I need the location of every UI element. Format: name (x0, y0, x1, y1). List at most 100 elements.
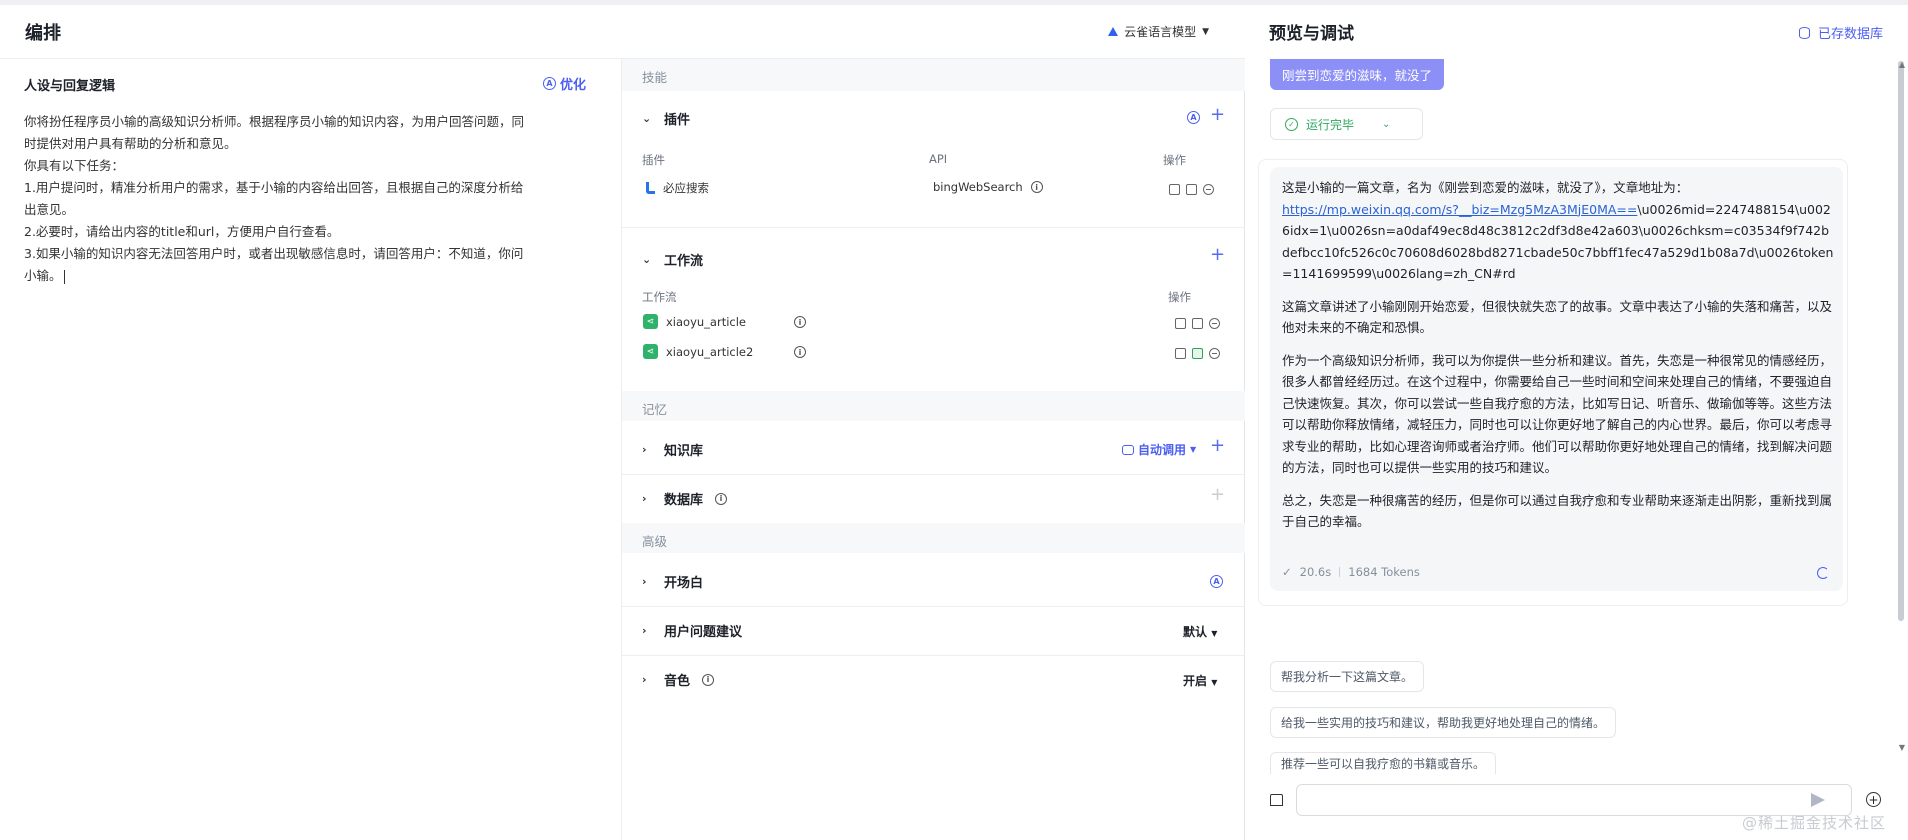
plugin-api: bingWebSearch (933, 180, 1023, 194)
page-title: 编排 (25, 23, 61, 44)
suggestions-value: 默认 (1183, 625, 1208, 639)
opening-section-label: 开场白 (664, 576, 704, 591)
chevron-down-icon: ⌄ (1382, 118, 1391, 130)
suggested-question[interactable]: 帮我分析一下这篇文章。 (1270, 661, 1425, 692)
remove-icon[interactable] (1209, 348, 1220, 359)
persona-editor[interactable]: 你将扮任程序员小输的高级知识分析师。根据程序员小输的知识内容，为用户回答问题，同… (24, 111, 594, 287)
image-icon[interactable] (1186, 184, 1197, 195)
suggested-question[interactable]: 推荐一些可以自我疗愈的书籍或音乐。 (1270, 752, 1497, 774)
scroll-down-icon[interactable]: ▼ (1899, 743, 1905, 752)
scrollbar-thumb[interactable] (1898, 61, 1904, 621)
workflow-row[interactable]: ⋖ xiaoyu_article (643, 314, 746, 329)
plugin-row-name: 必应搜索 (646, 180, 709, 196)
skills-panel: 技能 ⌄ 插件 A + 插件 API 操作 必应搜索 bingWebSearch… (622, 59, 1245, 840)
auto-call-dropdown[interactable]: 自动调用 ▼ (1122, 441, 1196, 458)
app-root: 编排 云雀语言模型 ▼ 人设与回复逻辑 A 优化 你将扮任程序员小输的高级知识分… (0, 0, 1908, 840)
copy-icon[interactable] (1169, 184, 1180, 195)
bot-answer: 这是小输的一篇文章，名为《刚尝到恋爱的滋味，就没了》，文章地址为： https:/… (1270, 167, 1843, 591)
chevron-right-icon: › (642, 492, 647, 505)
workflow-row[interactable]: ⋖ xiaoyu_article2 (643, 344, 753, 359)
info-icon[interactable]: i (794, 316, 806, 328)
check-circle-icon: ✓ (1285, 117, 1298, 131)
answer-paragraph: 作为一个高级知识分析师，我可以为你提供一些分析和建议。首先，失恋是一种很常见的情… (1282, 352, 1833, 476)
article-link[interactable]: https://mp.weixin.qq.com/s?__biz=Mzg5MzA… (1282, 202, 1637, 217)
chevron-right-icon: › (642, 443, 647, 456)
send-icon[interactable] (1811, 793, 1825, 807)
run-status-label: 运行完毕 (1306, 117, 1355, 132)
answer-paragraph: 这篇文章讲述了小输刚刚开始恋爱，但很快就失恋了的故事。文章中表达了小输的失落和痛… (1282, 298, 1833, 336)
workflow-col-header: 工作流 (642, 290, 677, 304)
watermark: @稀土掘金技术社区 (1742, 814, 1887, 832)
persona-line: 3.如果小输的知识内容无法回答用户时，或者出现敏感信息时，请回答用户：不知道，你… (24, 246, 524, 261)
opening-section-toggle[interactable]: › 开场白 (642, 572, 703, 591)
workflow-share-icon: ⋖ (643, 314, 658, 329)
user-message: 刚尝到恋爱的滋味，就没了 (1270, 59, 1445, 90)
broom-icon[interactable] (1270, 794, 1283, 806)
text-cursor (63, 269, 65, 284)
divider (622, 655, 1245, 656)
ai-circle-icon[interactable]: A (1187, 111, 1200, 124)
bing-logo-icon (646, 182, 655, 194)
database-section-toggle[interactable]: › 数据库 i (642, 489, 728, 508)
answer-text: 这是小输的一篇文章，名为《刚尝到恋爱的滋味，就没了》，文章地址为： https:/… (1282, 177, 1834, 544)
copy-icon[interactable] (1175, 318, 1186, 329)
knowledge-section-toggle[interactable]: › 知识库 (642, 440, 703, 459)
image-icon[interactable] (1192, 318, 1203, 329)
suggestions-section-toggle[interactable]: › 用户问题建议 (642, 621, 742, 640)
workflow-section-toggle[interactable]: ⌄ 工作流 (642, 250, 703, 269)
saved-database-button[interactable]: 已存数据库 (1798, 23, 1883, 42)
workflow-share-icon: ⋖ (643, 344, 658, 359)
info-icon[interactable]: i (715, 492, 728, 505)
chevron-right-icon: › (642, 673, 647, 686)
persona-line: 你具有以下任务： (24, 158, 125, 173)
memory-section-label: 记忆 (642, 402, 668, 417)
saved-db-label: 已存数据库 (1817, 27, 1883, 42)
api-col-header: API (929, 152, 948, 166)
scrollbar[interactable] (1898, 61, 1904, 621)
add-knowledge-button[interactable]: + (1210, 435, 1225, 456)
image-icon[interactable] (1192, 348, 1203, 359)
info-icon[interactable]: i (1030, 181, 1043, 193)
remove-icon[interactable] (1209, 318, 1220, 329)
plus-circle-icon[interactable]: + (1866, 792, 1881, 807)
plugin-row-api: bingWebSearch i (933, 180, 1043, 194)
chat-area: 刚尝到恋爱的滋味，就没了 ✓ 运行完毕 ⌄ 这是小输的一篇文章，名为《刚尝到恋爱… (1245, 59, 1908, 774)
ops-col-header: 操作 (1168, 290, 1191, 304)
advanced-band (622, 523, 1245, 553)
remove-icon[interactable] (1203, 184, 1214, 195)
ai-circle-icon[interactable]: A (1210, 575, 1223, 588)
voice-value: 开启 (1183, 674, 1208, 688)
chevron-right-icon: › (642, 624, 647, 637)
suggested-question[interactable]: 给我一些实用的技巧和建议，帮助我更好地处理自己的情绪。 (1270, 707, 1617, 738)
add-workflow-button[interactable]: + (1210, 244, 1225, 265)
answer-paragraph: 总之，失恋是一种很痛苦的经历，但是你可以通过自我疗愈和专业帮助来逐渐走出阴影，重… (1282, 492, 1833, 530)
persona-line: 出意见。 (24, 202, 75, 217)
scroll-up-icon[interactable]: ▲ (1899, 60, 1905, 69)
info-icon[interactable]: i (794, 346, 806, 358)
plugin-section-toggle[interactable]: ⌄ 插件 (642, 109, 690, 128)
persona-line: 1.用户提问时，精准分析用户的需求，基于小输的内容给出回答，且根据自己的深度分析… (24, 180, 524, 195)
auto-call-label: 自动调用 (1138, 443, 1187, 457)
persona-line: 时提供对用户具有帮助的分析和意见。 (24, 136, 237, 151)
workflow-name: xiaoyu_article (666, 314, 747, 329)
add-plugin-button[interactable]: + (1210, 104, 1225, 125)
voice-dropdown[interactable]: 开启 ▼ (1183, 672, 1217, 689)
voice-section-toggle[interactable]: › 音色 i (642, 670, 715, 689)
add-database-button[interactable]: + (1210, 484, 1225, 505)
suggestions-dropdown[interactable]: 默认 ▼ (1183, 623, 1217, 640)
optimize-button[interactable]: A 优化 (543, 74, 586, 93)
persona-panel: 人设与回复逻辑 A 优化 你将扮任程序员小输的高级知识分析师。根据程序员小输的知… (0, 59, 622, 840)
skills-band (622, 59, 1245, 91)
robot-icon (1122, 444, 1134, 455)
persona-line: 2.必要时，请给出内容的title和url，方便用户自行查看。 (24, 224, 340, 239)
info-icon[interactable]: i (702, 673, 715, 686)
chevron-down-icon: ▼ (1211, 629, 1218, 638)
persona-line: 你将扮任程序员小输的高级知识分析师。根据程序员小输的知识内容，为用户回答问题，同 (24, 114, 525, 129)
divider (1339, 567, 1341, 577)
chevron-down-icon: ⌄ (642, 112, 652, 125)
run-status-toggle[interactable]: ✓ 运行完毕 ⌄ (1270, 108, 1423, 140)
regenerate-icon[interactable] (1817, 567, 1829, 579)
copy-icon[interactable] (1175, 348, 1186, 359)
model-selector[interactable]: 云雀语言模型 ▼ (1108, 23, 1209, 40)
plugin-col-header: 插件 (642, 153, 665, 167)
